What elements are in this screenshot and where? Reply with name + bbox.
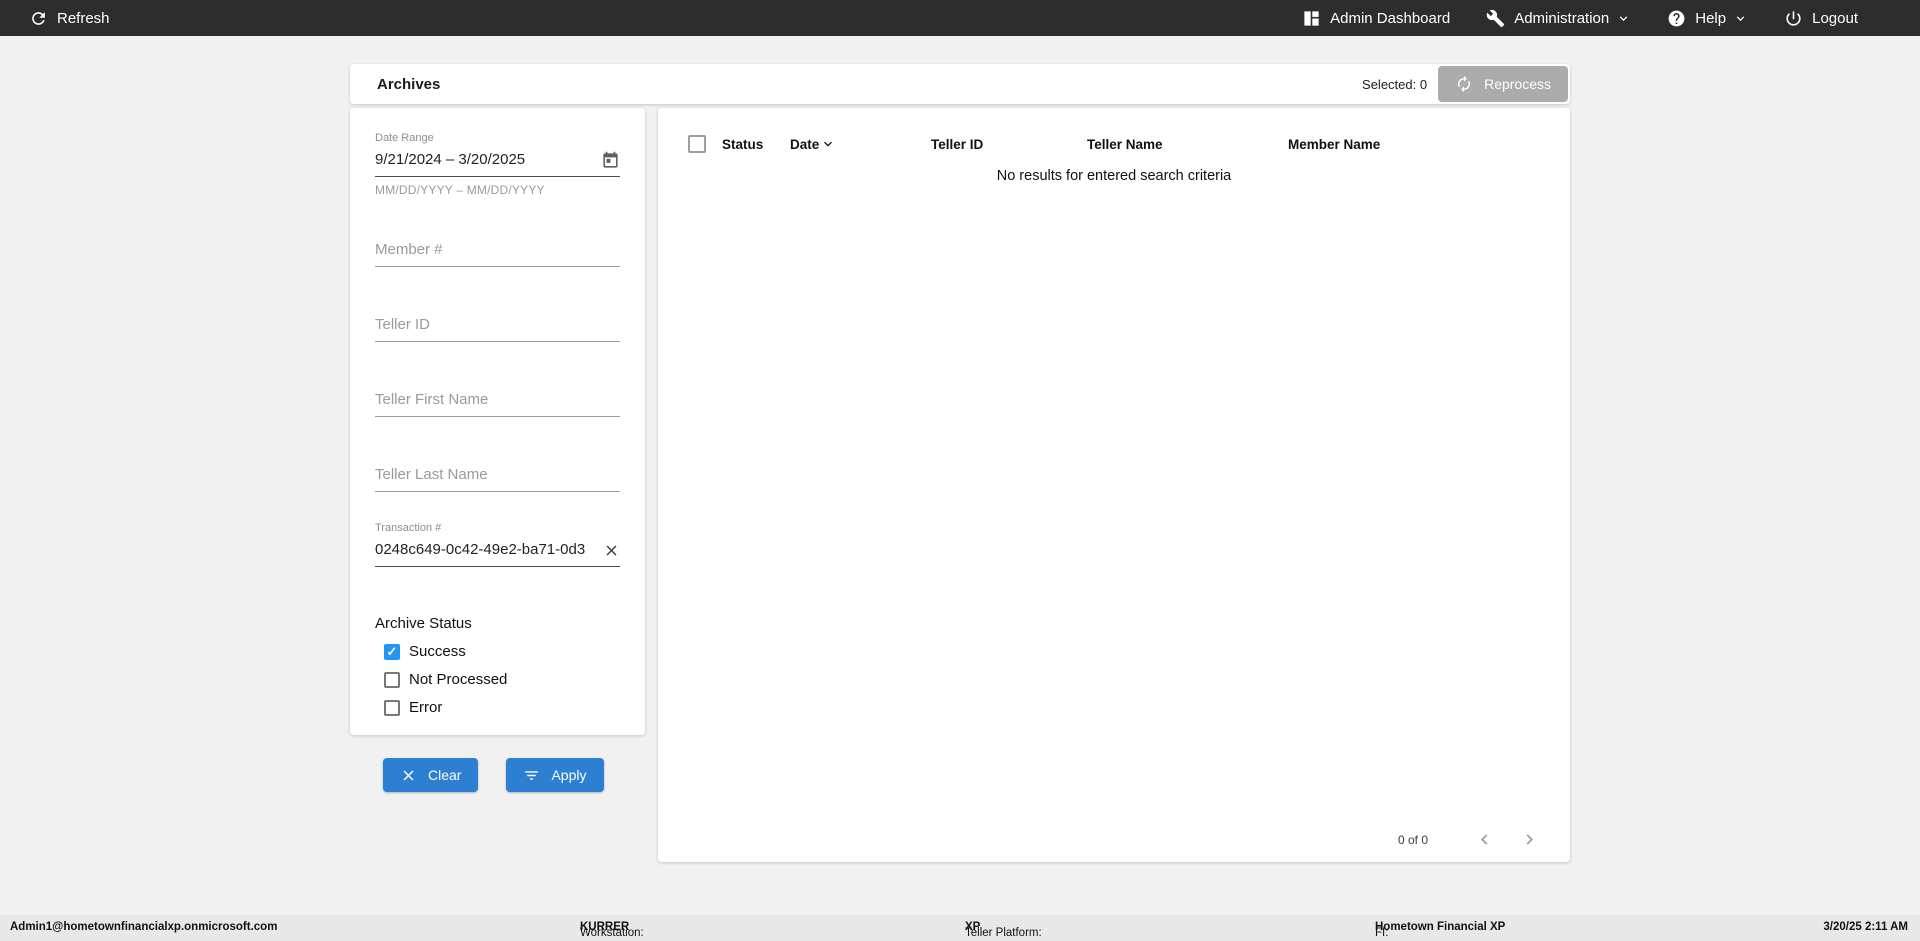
help-icon xyxy=(1668,10,1685,26)
previous-page-button[interactable] xyxy=(1474,829,1495,850)
select-all-checkbox[interactable] xyxy=(688,135,706,153)
member-number-input[interactable] xyxy=(375,234,620,266)
wrench-icon xyxy=(1486,9,1505,27)
logout-label: Logout xyxy=(1812,9,1858,27)
help-menu[interactable]: Help xyxy=(1667,9,1748,28)
administration-label: Administration xyxy=(1514,9,1610,27)
topbar: Refresh Admin Dashboard Administration H… xyxy=(0,0,1920,36)
help-label: Help xyxy=(1695,9,1727,27)
power-icon xyxy=(1786,10,1801,26)
date-format-hint: MM/DD/YYYY – MM/DD/YYYY xyxy=(375,183,545,197)
column-header-date-label: Date xyxy=(790,136,820,152)
current-datetime: 3/20/25 2:11 AM xyxy=(1823,921,1908,933)
transaction-number-input[interactable] xyxy=(375,534,603,566)
teller-id-input[interactable] xyxy=(375,309,620,341)
empty-results-message: No results for entered search criteria xyxy=(996,168,1232,184)
checkbox-icon xyxy=(384,643,400,660)
results-table-card: Status Date Teller ID Teller Name Member… xyxy=(658,108,1570,862)
clear-button[interactable]: Clear xyxy=(383,758,479,792)
chevron-right-icon xyxy=(1526,834,1533,845)
logged-in-user: Admin1@hometownfinancialxp.onmicrosoft.c… xyxy=(10,921,278,933)
checkbox-label: Error xyxy=(409,699,443,716)
column-header-teller-name: Teller Name xyxy=(1087,136,1163,152)
column-header-status: Status xyxy=(722,136,764,152)
column-header-member-name: Member Name xyxy=(1288,136,1381,152)
apply-button[interactable]: Apply xyxy=(506,758,604,792)
checkbox-icon xyxy=(384,699,400,716)
workstation-label: Workstation: xyxy=(580,927,644,939)
filter-panel: Date Range MM/DD/YYYY – MM/DD/YYYY Trans… xyxy=(350,108,645,792)
column-header-date[interactable]: Date xyxy=(790,136,931,152)
next-page-button[interactable] xyxy=(1519,829,1540,850)
apply-label: Apply xyxy=(551,767,587,783)
admin-dashboard-button[interactable]: Admin Dashboard xyxy=(1302,9,1450,28)
date-range-input[interactable] xyxy=(375,144,601,176)
logout-button[interactable]: Logout xyxy=(1784,9,1858,28)
refresh-button[interactable]: Refresh xyxy=(29,9,110,28)
checkbox-label: Not Processed xyxy=(409,671,508,688)
transaction-number-field: Transaction # xyxy=(375,522,620,567)
teller-first-name-input[interactable] xyxy=(375,384,620,416)
chevron-down-icon xyxy=(1736,15,1745,21)
archives-header-bar: Archives Selected: 0 Reprocess xyxy=(350,64,1570,104)
sort-desc-icon xyxy=(824,141,833,147)
checkbox-success[interactable]: Success xyxy=(384,643,620,660)
teller-platform-label: Teller Platform: xyxy=(965,927,1042,939)
status-bar: Admin1@hometownfinancialxp.onmicrosoft.c… xyxy=(0,915,1920,941)
clear-field-icon[interactable] xyxy=(603,542,620,559)
chevron-left-icon xyxy=(1481,834,1488,845)
column-header-teller-id: Teller ID xyxy=(931,136,984,152)
refresh-label: Refresh xyxy=(57,9,110,27)
dashboard-icon xyxy=(1304,10,1319,26)
teller-platform-info: Teller Platform: XP xyxy=(965,921,1042,939)
close-icon xyxy=(403,770,414,780)
filter-icon xyxy=(525,770,539,780)
selected-count: Selected: 0 xyxy=(1362,76,1428,92)
checkbox-not-processed[interactable]: Not Processed xyxy=(384,671,620,688)
pagination: 0 of 0 xyxy=(1398,829,1540,850)
administration-menu[interactable]: Administration xyxy=(1486,9,1631,28)
date-range-label: Date Range xyxy=(375,132,434,144)
checkbox-label: Success xyxy=(409,643,466,660)
chevron-down-icon xyxy=(1620,15,1628,21)
admin-dashboard-label: Admin Dashboard xyxy=(1330,9,1451,27)
page-title: Archives xyxy=(377,75,441,93)
fi-value: Hometown Financial XP xyxy=(1375,921,1506,933)
fi-label: FI: xyxy=(1375,927,1389,939)
archive-status-label: Archive Status xyxy=(375,615,472,632)
table-header-row: Status Date Teller ID Teller Name Member… xyxy=(658,108,1570,154)
clear-label: Clear xyxy=(428,767,462,783)
workstation-info: Workstation: KURRER xyxy=(580,921,644,939)
financial-institution-info: FI: Hometown Financial XP xyxy=(1375,921,1506,939)
checkbox-error[interactable]: Error xyxy=(384,699,620,716)
date-range-field: Date Range MM/DD/YYYY – MM/DD/YYYY xyxy=(375,132,620,197)
main-area: Archives Selected: 0 Reprocess Date Rang… xyxy=(0,36,1920,915)
checkbox-icon xyxy=(384,671,400,688)
calendar-icon[interactable] xyxy=(601,151,620,170)
transaction-number-label: Transaction # xyxy=(375,522,442,534)
refresh-icon xyxy=(32,11,45,25)
reprocess-button[interactable]: Reprocess xyxy=(1438,66,1568,102)
sync-icon xyxy=(1458,75,1471,93)
page-count: 0 of 0 xyxy=(1397,832,1428,847)
reprocess-label: Reprocess xyxy=(1484,76,1551,92)
teller-last-name-input[interactable] xyxy=(375,459,620,491)
